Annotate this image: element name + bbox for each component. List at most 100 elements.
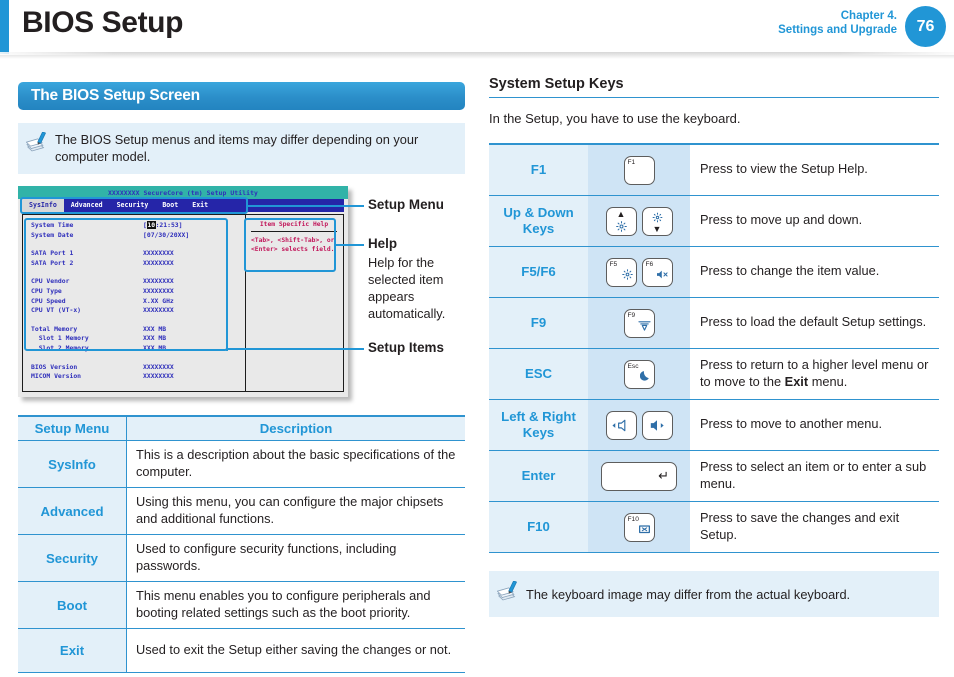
bios-item-label: CPU Type	[31, 286, 62, 295]
header-accent-bar	[0, 0, 9, 54]
note-box-keyboard: The keyboard image may differ from the a…	[489, 571, 939, 617]
bios-item-label: BIOS Version	[31, 362, 78, 371]
header-divider	[0, 52, 954, 59]
annotation-setup-items: Setup Items	[368, 340, 444, 355]
bios-item-row: CPU Speed X.XX GHz	[31, 297, 231, 307]
bios-menu-sysinfo[interactable]: SysInfo	[22, 199, 64, 212]
keycap-right-arrow-icon	[641, 410, 673, 440]
bios-item-value: XXXXXXXX	[143, 362, 174, 371]
cell-menu-sysinfo: SysInfo	[18, 440, 127, 488]
key-desc-f5-f6: Press to change the item value.	[700, 263, 880, 279]
keycap-label: F9	[627, 311, 636, 319]
cell-menu-security: Security	[18, 534, 127, 582]
system-setup-keys-heading: System Setup Keys	[489, 76, 939, 98]
table-row: F9 F9 Press to load the default Setup se…	[489, 297, 939, 349]
key-name-f5-f6: F5/F6	[489, 246, 588, 298]
note-text-keyboard: The keyboard image may differ from the a…	[526, 586, 851, 602]
key-desc-f9: Press to load the default Setup settings…	[700, 314, 927, 330]
key-name-left-right: Left & Right Keys	[489, 399, 588, 451]
bios-item-row: Slot 2 Memory XXX MB	[31, 344, 231, 354]
table-row: Enter ↵ Press to select an item or to en…	[489, 450, 939, 502]
bios-menu-exit[interactable]: Exit	[185, 199, 215, 212]
cell-menu-advanced: Advanced	[18, 487, 127, 535]
key-icon-cell-f9: F9	[588, 297, 690, 349]
bios-item-row: BIOS Version XXXXXXXX	[31, 363, 231, 373]
volume-down-icon	[607, 412, 636, 439]
bios-item-label: System Date	[31, 230, 74, 239]
key-name-f1: F1	[489, 144, 588, 196]
key-desc-f10: Press to save the changes and exit Setup…	[700, 510, 900, 542]
leader-line-setup-items-tick	[226, 348, 228, 351]
bios-item-value: XXXXXXXX	[143, 249, 174, 258]
bios-spacer	[31, 240, 231, 249]
keycap-label: F10	[627, 515, 639, 523]
bios-spacer	[31, 268, 231, 277]
key-name-f10: F10	[489, 501, 588, 553]
cell-menu-exit: Exit	[18, 628, 127, 673]
bios-item-value: XXXXXXXX	[143, 306, 174, 315]
bios-menu-security[interactable]: Security	[110, 199, 156, 212]
bios-item-value: [10:21:53]	[143, 221, 183, 229]
bios-item-value: XXXXXXXX	[143, 372, 174, 381]
bios-item-label: CPU Speed	[31, 296, 66, 305]
leader-line-setup-menu	[246, 205, 364, 207]
bios-item-label: Slot 1 Memory	[31, 334, 89, 343]
bios-item-list: System Time [10:21:53] System Date [07/3…	[31, 221, 231, 382]
keycap-f6-icon: F6	[641, 257, 673, 287]
key-icon-cell-f10: F10	[588, 501, 690, 553]
keycap-enter-icon: ↵	[601, 461, 677, 491]
key-icon-cell-enter: ↵	[588, 450, 690, 502]
bios-item-row: SATA Port 1 XXXXXXXX	[31, 249, 231, 259]
bios-item-row: CPU VT (VT-x) XXXXXXXX	[31, 306, 231, 316]
bios-value-highlight: 10	[146, 221, 156, 229]
note-box-bios: The BIOS Setup menus and items may diffe…	[18, 123, 465, 174]
keycap-f9-icon: F9	[623, 308, 655, 338]
leader-line-help	[334, 244, 364, 246]
bios-item-row: MICOM Version XXXXXXXX	[31, 372, 231, 382]
key-desc-esc: Press to return to a higher level menu o…	[690, 349, 939, 400]
keycap-esc-icon: Esc	[623, 359, 655, 389]
keycap-down-arrow-icon: ▼	[641, 206, 673, 236]
table-row: Advanced Using this menu, you can config…	[18, 487, 465, 535]
bios-item-row: CPU Vendor XXXXXXXX	[31, 277, 231, 287]
bios-item-label: Slot 2 Memory	[31, 343, 89, 352]
annotation-help-description: Help for the selected item appears autom…	[368, 255, 446, 321]
note-pen-icon	[25, 131, 53, 165]
keycap-up-arrow-icon: ▲	[605, 206, 637, 236]
keycap-label: Esc	[627, 362, 639, 370]
bios-spacer	[31, 316, 231, 325]
cell-desc-exit: Used to exit the Setup either saving the…	[126, 628, 465, 673]
bios-item-label: MICOM Version	[31, 372, 82, 381]
note-text-bios: The BIOS Setup menus and items may diffe…	[55, 132, 419, 164]
key-desc-enter: Press to select an item or to enter a su…	[700, 459, 927, 491]
brightness-icon	[621, 268, 633, 284]
system-setup-keys-intro: In the Setup, you have to use the keyboa…	[489, 111, 741, 126]
table-row: Boot This menu enables you to configure …	[18, 581, 465, 629]
table-header-row: Setup Menu Description	[18, 415, 465, 441]
section-title-text: The BIOS Setup Screen	[31, 87, 200, 104]
section-title-bar: The BIOS Setup Screen	[18, 82, 465, 110]
bios-item-label: Total Memory	[31, 324, 78, 333]
bios-help-body: <Tab>, <Shift-Tab>, or <Enter> selects f…	[251, 237, 335, 253]
up-arrow-glyph: ▲	[616, 208, 626, 219]
key-icon-cell-esc: Esc	[588, 348, 690, 400]
keycap-f10-icon: F10	[623, 512, 655, 542]
down-arrow-glyph: ▼	[652, 223, 662, 234]
bios-menu-advanced[interactable]: Advanced	[64, 199, 110, 212]
bios-spacer	[31, 354, 231, 363]
bios-screen-figure: XXXXXXXX SecureCore (tm) Setup Utility S…	[18, 186, 465, 402]
keycap-label: F1	[627, 158, 636, 166]
mute-icon	[656, 268, 669, 284]
table-row: F10 F10 Press to save the changes and ex…	[489, 501, 939, 553]
system-setup-keys-table: F1 F1 Press to view the Setup Help. Up &…	[489, 143, 939, 553]
annotation-setup-menu: Setup Menu	[368, 197, 444, 212]
keycap-f1-icon: F1	[623, 155, 655, 185]
table-row: Left & Right Keys Press to move to anoth…	[489, 399, 939, 451]
bios-item-row: System Time [10:21:53]	[31, 221, 231, 231]
bios-item-label: CPU Vendor	[31, 277, 70, 286]
table-row: F5/F6 F5 F6 Press to change the item val…	[489, 246, 939, 298]
bios-menu-boot[interactable]: Boot	[155, 199, 185, 212]
chapter-line-1: Chapter 4.	[840, 10, 897, 22]
bios-item-value: XXXXXXXX	[143, 277, 174, 286]
bios-screenshot: XXXXXXXX SecureCore (tm) Setup Utility S…	[18, 186, 348, 397]
